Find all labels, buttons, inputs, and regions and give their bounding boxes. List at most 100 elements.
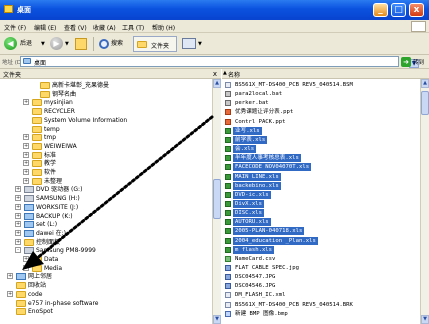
menu-edit[interactable]: 编辑 (E) <box>34 23 56 32</box>
file-row[interactable]: NameCard.csv <box>222 255 420 263</box>
file-row[interactable]: BS561X_MT-DS400_PCB REV5_040514.BRK <box>222 301 420 309</box>
file-row[interactable]: DM_FLASH_IC.xml <box>222 291 420 299</box>
expand-toggle[interactable]: + <box>23 99 29 106</box>
scroll-up-button[interactable]: ▲ <box>421 79 429 88</box>
file-row[interactable]: DivX.xls <box>222 199 420 208</box>
tree-item[interactable]: System Volume Information <box>32 116 127 125</box>
menu-view[interactable]: 查看 (V) <box>64 23 87 32</box>
expand-toggle[interactable]: + <box>15 186 21 193</box>
maximize-button[interactable]: □ <box>391 3 406 17</box>
tree-item[interactable]: EnoSpot <box>16 307 53 316</box>
folders-pane-close-button[interactable]: x <box>211 70 219 78</box>
file-row[interactable]: backebino.xls <box>222 181 420 190</box>
file-list-scrollbar[interactable]: ▲ ▼ <box>420 79 429 324</box>
address-input[interactable]: 桌面 ▼ <box>20 56 419 68</box>
file-row[interactable]: 会.xls <box>222 145 420 154</box>
collapse-toggle[interactable]: - <box>15 247 21 254</box>
tree-item[interactable]: + WEIWEIWA <box>23 142 77 151</box>
scroll-thumb[interactable] <box>421 91 429 115</box>
tree-item[interactable]: + SAMSUNG (H:) <box>15 194 80 203</box>
tree-item[interactable]: + set (L:) <box>15 220 57 229</box>
expand-toggle[interactable]: + <box>15 195 21 202</box>
scroll-thumb[interactable] <box>213 179 221 219</box>
tree-item[interactable]: RECYCLER <box>32 107 75 116</box>
forward-dropdown-icon[interactable]: ▼ <box>65 36 69 52</box>
tree-item[interactable]: e757 in-phase software <box>16 299 98 308</box>
tree-item[interactable]: + 标准 <box>23 151 56 160</box>
file-row[interactable]: m flash.xls <box>222 245 420 254</box>
expand-toggle[interactable]: + <box>15 238 21 245</box>
tree-item[interactable]: + Media <box>23 264 62 273</box>
views-icon[interactable] <box>182 38 196 49</box>
forward-arrow-icon[interactable]: ▶ <box>50 37 63 50</box>
close-button[interactable]: x <box>409 3 424 17</box>
file-row[interactable]: 优秀课题让评分表.ppt <box>222 108 420 116</box>
tree-item[interactable]: + 未整理 <box>23 177 62 186</box>
file-row[interactable]: FACECODE NOV04070T.xls <box>222 163 420 172</box>
tree-item[interactable]: + dawei 在:) <box>15 229 66 238</box>
expand-toggle[interactable]: + <box>23 177 29 184</box>
go-button[interactable]: 转到 <box>413 58 424 66</box>
expand-toggle[interactable]: + <box>7 273 13 280</box>
file-row[interactable]: perker.bat <box>222 99 420 107</box>
tree-item[interactable]: - Samsung PM8-9999 <box>15 246 96 255</box>
tree-item[interactable]: 回收站 <box>16 281 46 290</box>
file-row[interactable]: DISC.xls <box>222 209 420 218</box>
back-button[interactable]: 后退 <box>20 36 32 52</box>
folder-tree-scrollbar[interactable]: ▲ ▼ <box>212 79 221 324</box>
tree-item[interactable]: + 网上邻居 <box>7 272 52 281</box>
tree-item[interactable]: + mysinjian <box>23 98 73 107</box>
tree-item[interactable]: + BACKUP (K:) <box>15 212 73 221</box>
tree-item[interactable]: + tmp <box>23 133 56 142</box>
column-header-name[interactable]: 名称 <box>228 70 240 79</box>
file-row[interactable]: AUTORU.xls <box>222 218 420 227</box>
expand-toggle[interactable]: + <box>23 264 29 271</box>
tree-item[interactable]: + 教学 <box>23 159 56 168</box>
file-row[interactable]: 2005-PLAN-040718.xls <box>222 227 420 236</box>
expand-toggle[interactable]: + <box>15 229 21 236</box>
tree-item[interactable]: + 控制面板 <box>15 238 60 247</box>
scroll-up-button[interactable]: ▲ <box>213 79 221 88</box>
file-row[interactable]: DSC04546.JPG <box>222 282 420 290</box>
expand-toggle[interactable]: + <box>23 256 29 262</box>
file-row[interactable]: 业写.xls <box>222 126 420 135</box>
file-row[interactable]: 半年度人事考核总表.xls <box>222 154 420 163</box>
menu-favorites[interactable]: 收藏 (A) <box>93 23 116 32</box>
expand-toggle[interactable]: + <box>15 221 21 228</box>
back-arrow-icon[interactable]: ◀ <box>4 37 17 50</box>
scroll-down-button[interactable]: ▼ <box>213 315 221 324</box>
go-arrow-icon[interactable]: ➜ <box>401 57 411 67</box>
file-row[interactable]: DSC04547.JPG <box>222 273 420 281</box>
tree-item[interactable]: 钢琴名曲 <box>40 90 76 99</box>
file-row[interactable]: 新建 BMP 图像.bmp <box>222 310 420 318</box>
expand-toggle[interactable]: + <box>23 169 29 175</box>
expand-toggle[interactable]: + <box>15 212 21 219</box>
views-dropdown-icon[interactable]: ▼ <box>198 36 202 52</box>
up-folder-icon[interactable] <box>75 38 87 50</box>
search-button[interactable]: 搜索 <box>111 36 123 52</box>
scroll-down-button[interactable]: ▼ <box>421 315 429 324</box>
minimize-button[interactable]: _ <box>373 3 388 17</box>
file-row[interactable]: BS561X_MT-DS400_PCB REV5_040514.BSM <box>222 81 420 89</box>
tree-item[interactable]: + code <box>7 290 42 299</box>
file-row[interactable]: 2004_education _Plan.xls <box>222 236 420 245</box>
expand-toggle[interactable]: + <box>23 151 29 158</box>
search-icon[interactable] <box>99 39 109 49</box>
expand-toggle[interactable]: + <box>23 142 29 149</box>
tree-item[interactable]: + 软件 <box>23 168 56 177</box>
file-row[interactable]: para2local.bat <box>222 90 420 98</box>
expand-toggle[interactable]: + <box>7 290 13 297</box>
file-row[interactable]: FLAT CABLE SPEC.jpg <box>222 264 420 272</box>
tree-item[interactable]: 高新卡堪彰_充果德曼 <box>40 81 109 90</box>
tree-item[interactable]: + WORKSITE (J:) <box>15 203 78 212</box>
expand-toggle[interactable]: + <box>23 134 29 141</box>
tree-item[interactable]: + DVD 驱动器 (G:) <box>15 185 82 194</box>
expand-toggle[interactable]: + <box>23 160 29 167</box>
expand-toggle[interactable]: + <box>15 203 21 210</box>
menu-file[interactable]: 文件 (F) <box>4 23 26 32</box>
file-row[interactable]: Contrl PACK.ppt <box>222 118 420 126</box>
file-row[interactable]: MAIN LINE.xls <box>222 172 420 181</box>
menu-tools[interactable]: 工具 (T) <box>122 23 144 32</box>
file-row[interactable]: DVD-ic.xls <box>222 190 420 199</box>
tree-item[interactable]: temp <box>32 125 60 134</box>
